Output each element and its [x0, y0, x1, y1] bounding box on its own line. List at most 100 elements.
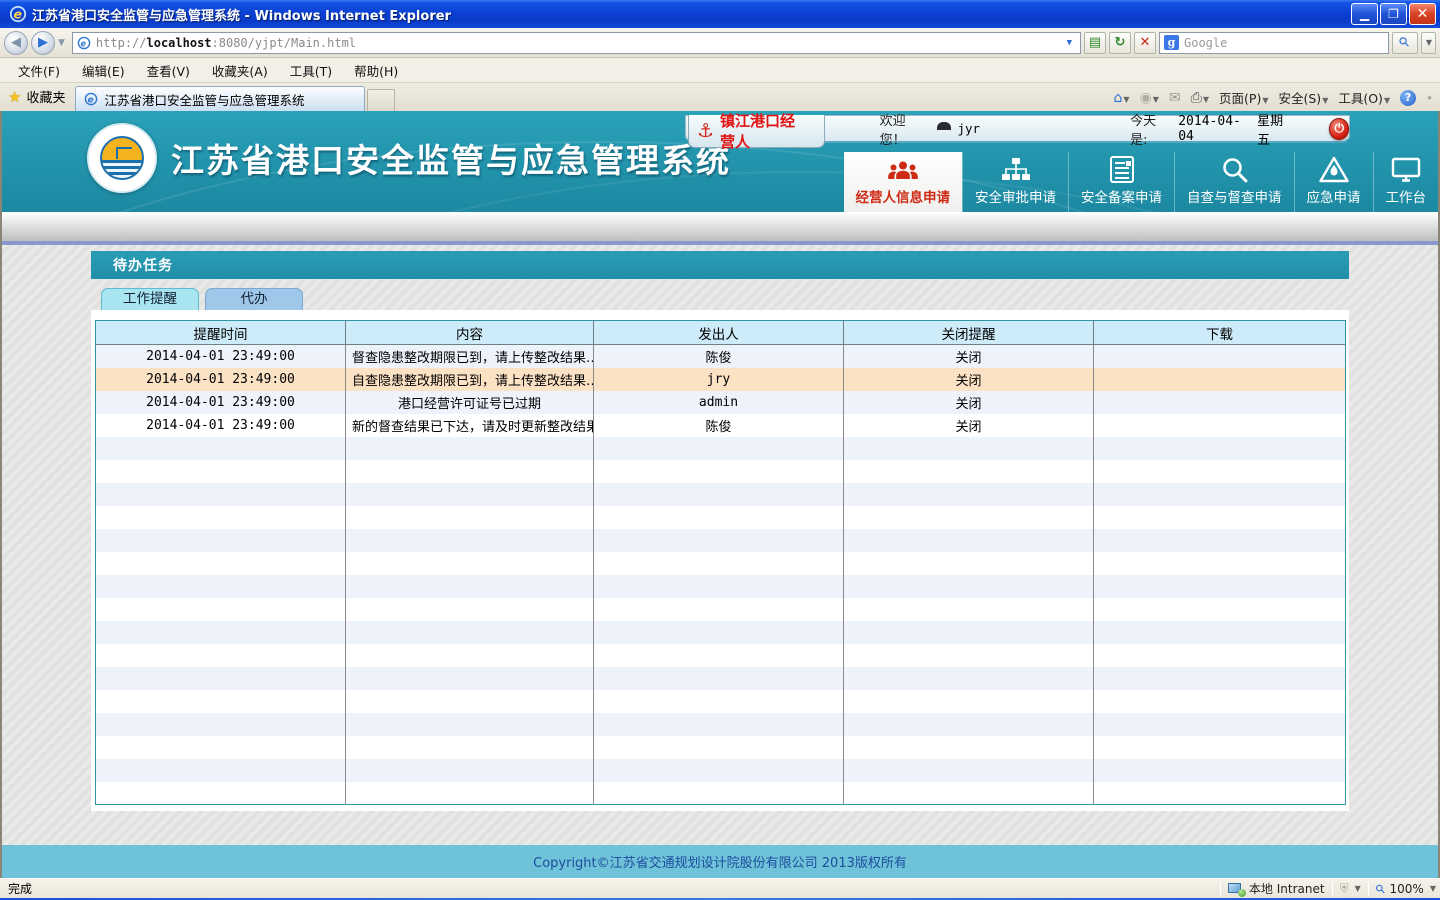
menu-item-1[interactable]: 编辑(E) [72, 58, 135, 83]
empty-cell [346, 483, 594, 506]
search-placeholder: Google [1184, 36, 1227, 50]
menu-item-3[interactable]: 收藏夹(A) [202, 58, 278, 83]
forward-button[interactable]: ▶ [31, 31, 55, 55]
empty-cell [96, 552, 346, 575]
cell-sender: admin [594, 391, 844, 414]
table-empty-row [96, 529, 1346, 552]
cell-content: 自查隐患整改期限已到，请上传整改结果… [346, 368, 594, 391]
table-row[interactable]: 2014-04-01 23:49:00港口经营许可证号已过期admin关闭 [96, 391, 1346, 414]
safety-menu[interactable]: 安全(S)▼ [1278, 88, 1328, 107]
url-text: http://localhost:8080/yjpt/Main.html [96, 36, 356, 50]
cell-time: 2014-04-01 23:49:00 [96, 345, 346, 368]
search-input[interactable]: g Google [1159, 32, 1389, 54]
column-header-4: 下载 [1094, 321, 1346, 345]
nav-item-0[interactable]: 经营人信息申请 [844, 152, 963, 212]
compatibility-view-button[interactable]: ▤ [1084, 32, 1106, 54]
empty-cell [346, 506, 594, 529]
column-header-2: 发出人 [594, 321, 844, 345]
task-tab-1[interactable]: 代办 [205, 288, 303, 310]
table-empty-row [96, 759, 1346, 782]
table-row[interactable]: 2014-04-01 23:49:00新的督查结果已下达，请及时更新整改结果陈俊… [96, 414, 1346, 437]
menu-item-2[interactable]: 查看(V) [137, 58, 200, 83]
help-button[interactable]: ? [1400, 90, 1416, 106]
cell-time: 2014-04-01 23:49:00 [96, 391, 346, 414]
menu-item-5[interactable]: 帮助(H) [344, 58, 408, 83]
nav-item-5[interactable]: 工作台 [1373, 152, 1439, 212]
nav-item-2[interactable]: 安全备案申请 [1068, 152, 1174, 212]
magnifier-icon [1221, 156, 1248, 183]
brand: 江苏省港口安全监管与应急管理系统 [87, 123, 731, 193]
empty-cell [96, 437, 346, 460]
nav-item-3[interactable]: 自查与督查申请 [1174, 152, 1294, 212]
home-button[interactable]: ⌂▼ [1114, 90, 1130, 106]
print-button[interactable]: ⎙▼ [1191, 90, 1209, 106]
empty-cell [594, 506, 844, 529]
url-dropdown-icon[interactable]: ▼ [1067, 38, 1072, 48]
empty-cell [844, 575, 1094, 598]
search-options-dropdown[interactable]: ▼ [1421, 32, 1436, 54]
close-reminder-link[interactable]: 关闭 [844, 345, 1094, 368]
logout-power-button[interactable]: ⏻ [1329, 118, 1349, 140]
table-row[interactable]: 2014-04-01 23:49:00督查隐患整改期限已到，请上传整改结果…陈俊… [96, 345, 1346, 368]
refresh-button[interactable]: ↻ [1109, 32, 1131, 54]
page-viewport: 江苏省港口安全监管与应急管理系统 经营人信息申请安全审批申请安全备案申请自查与督… [0, 111, 1440, 878]
welcome-label: 欢迎您！ [880, 111, 926, 148]
table-empty-row [96, 667, 1346, 690]
empty-cell [346, 736, 594, 759]
nav-item-4[interactable]: 应急申请 [1294, 152, 1373, 212]
task-tab-0[interactable]: 工作提醒 [101, 288, 199, 310]
empty-cell [1094, 736, 1346, 759]
command-bar: ⌂▼ ◉▼ ✉ ⎙▼ 页面(P)▼ 安全(S)▼ 工具(O)▼ ? » [1114, 88, 1440, 111]
app-logo [87, 123, 157, 193]
menu-item-4[interactable]: 工具(T) [280, 58, 342, 83]
empty-cell [844, 506, 1094, 529]
menu-bar: 文件(F)编辑(E)查看(V)收藏夹(A)工具(T)帮助(H) [0, 58, 1440, 83]
close-reminder-link[interactable]: 关闭 [844, 414, 1094, 437]
browser-tab[interactable]: e 江苏省港口安全监管与应急管理系统 [75, 86, 365, 111]
nav-item-1[interactable]: 安全审批申请 [962, 152, 1068, 212]
stop-button[interactable]: ✕ [1134, 32, 1156, 54]
empty-cell [844, 713, 1094, 736]
copyright-text: Copyright©江苏省交通规划设计院股份有限公司 2013版权所有 [533, 852, 907, 871]
zoom-control[interactable]: ⚲ 100%▼ [1376, 882, 1436, 896]
empty-cell [96, 483, 346, 506]
tools-menu[interactable]: 工具(O)▼ [1338, 88, 1390, 107]
empty-cell [844, 667, 1094, 690]
minimize-button[interactable]: ▁ [1351, 3, 1378, 25]
close-button[interactable]: ✕ [1409, 3, 1436, 25]
empty-cell [346, 690, 594, 713]
today-label: 今天是: [1130, 111, 1168, 148]
empty-cell [96, 506, 346, 529]
close-reminder-link[interactable]: 关闭 [844, 391, 1094, 414]
close-reminder-link[interactable]: 关闭 [844, 368, 1094, 391]
cell-content: 新的督查结果已下达，请及时更新整改结果 [346, 414, 594, 437]
table-empty-row [96, 644, 1346, 667]
new-tab-button[interactable] [367, 89, 395, 111]
warning-icon [1319, 156, 1349, 183]
protected-mode-button[interactable]: ⛨▼ [1340, 881, 1361, 896]
status-text: 完成 [4, 880, 1213, 897]
mail-button[interactable]: ✉ [1169, 90, 1181, 106]
url-field[interactable]: e http://localhost:8080/yjpt/Main.html ▼ [72, 32, 1081, 54]
column-header-3: 关闭提醒 [844, 321, 1094, 345]
search-button[interactable]: ⚲ [1392, 32, 1418, 54]
table-row[interactable]: 2014-04-01 23:49:00自查隐患整改期限已到，请上传整改结果…jr… [96, 368, 1346, 391]
date-value: 2014-04-04 [1178, 114, 1247, 144]
overflow-chevron-icon[interactable]: » [1427, 93, 1432, 102]
nav-label: 安全备案申请 [1081, 186, 1162, 206]
history-dropdown-icon[interactable]: ▼ [58, 38, 65, 48]
feeds-button[interactable]: ◉▼ [1140, 90, 1159, 106]
table-empty-row [96, 598, 1346, 621]
maximize-button[interactable]: ❐ [1380, 3, 1407, 25]
intranet-icon [1228, 883, 1244, 895]
status-bar: 完成 本地 Intranet ⛨▼ ⚲ 100%▼ [0, 878, 1440, 898]
empty-cell [1094, 506, 1346, 529]
back-button[interactable]: ◀ [4, 31, 28, 55]
menu-item-0[interactable]: 文件(F) [8, 58, 70, 83]
empty-cell [1094, 437, 1346, 460]
table-empty-row [96, 621, 1346, 644]
page-menu[interactable]: 页面(P)▼ [1219, 88, 1268, 107]
empty-cell [346, 782, 594, 805]
favorites-button[interactable]: ★ 收藏夹 [2, 83, 75, 111]
empty-cell [844, 598, 1094, 621]
